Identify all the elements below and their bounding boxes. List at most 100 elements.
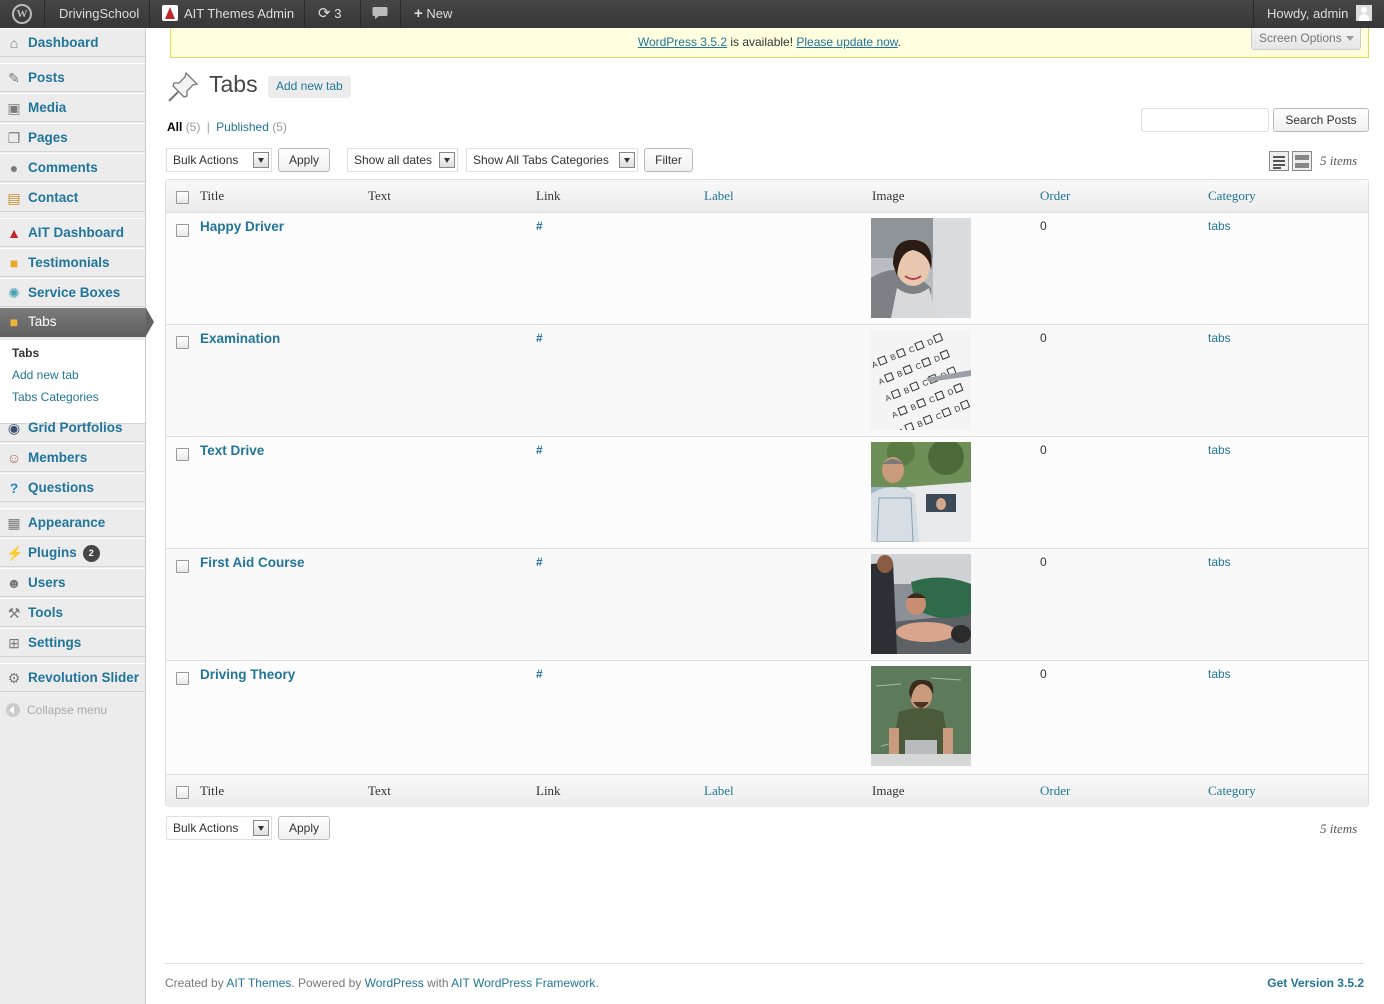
- menu-contact[interactable]: ▤ Contact: [0, 183, 145, 212]
- menu-users[interactable]: ☻ Users: [0, 568, 145, 597]
- row-link[interactable]: #: [536, 331, 543, 345]
- row-title-link[interactable]: Driving Theory: [200, 667, 295, 682]
- ait-themes-link[interactable]: AIT Themes: [226, 976, 291, 990]
- menu-tabs[interactable]: ■ Tabs: [0, 308, 154, 337]
- menu-comments[interactable]: ● Comments: [0, 153, 145, 182]
- media-icon: ▣: [7, 100, 21, 116]
- row-checkbox[interactable]: [176, 672, 189, 685]
- row-title-link[interactable]: Happy Driver: [200, 219, 284, 234]
- column-footer-title[interactable]: Title: [200, 783, 224, 799]
- row-checkbox[interactable]: [176, 336, 189, 349]
- menu-grid-portfolios[interactable]: ◉ Grid Portfolios: [0, 413, 145, 442]
- column-footer-category[interactable]: Category: [1208, 783, 1256, 799]
- column-footer-text: Text: [368, 783, 391, 798]
- screen-options-button[interactable]: Screen Options: [1251, 28, 1361, 50]
- row-title-link[interactable]: Text Drive: [200, 443, 264, 458]
- menu-label: Tabs: [28, 314, 57, 329]
- table-row: Driving Theory # 0 tabs: [166, 661, 1368, 774]
- comment-bubble-icon: [372, 7, 388, 19]
- row-title-link[interactable]: Examination: [200, 331, 280, 346]
- submenu-item-tabs-categories[interactable]: Tabs Categories: [12, 390, 99, 404]
- submenu-item-tabs[interactable]: Tabs: [12, 346, 39, 360]
- column-footer-order[interactable]: Order: [1040, 783, 1070, 799]
- menu-questions[interactable]: ? Questions: [0, 473, 145, 502]
- menu-members[interactable]: ☺ Members: [0, 443, 145, 472]
- footer-with: with: [423, 976, 452, 990]
- select-all-checkbox-bottom[interactable]: [176, 786, 189, 799]
- menu-settings[interactable]: ⊞ Settings: [0, 628, 145, 657]
- menu-service-boxes[interactable]: ✺ Service Boxes: [0, 278, 145, 307]
- apply-button-top[interactable]: Apply: [278, 148, 330, 172]
- search-posts-button[interactable]: Search Posts: [1273, 108, 1369, 132]
- bulk-actions-select-top[interactable]: Bulk Actions: [166, 148, 272, 172]
- menu-media[interactable]: ▣ Media: [0, 93, 145, 122]
- row-checkbox[interactable]: [176, 224, 189, 237]
- row-title-link[interactable]: First Aid Course: [200, 555, 305, 570]
- appearance-icon: ▦: [7, 515, 21, 531]
- column-header-order[interactable]: Order: [1040, 188, 1070, 204]
- new-content-link[interactable]: + New: [414, 0, 452, 28]
- wordpress-link[interactable]: WordPress: [365, 976, 424, 990]
- menu-revolution-slider[interactable]: ⚙ Revolution Slider: [0, 663, 145, 692]
- wordpress-version-link[interactable]: WordPress 3.5.2: [638, 35, 727, 49]
- row-category-link[interactable]: tabs: [1208, 443, 1231, 457]
- column-header-category[interactable]: Category: [1208, 188, 1256, 204]
- column-footer-label[interactable]: Label: [704, 783, 734, 799]
- wordpress-logo-menu[interactable]: W: [0, 0, 44, 28]
- add-new-tab-button[interactable]: Add new tab: [268, 76, 351, 98]
- row-link[interactable]: #: [536, 667, 543, 681]
- menu-dashboard[interactable]: ⌂ Dashboard: [0, 28, 145, 57]
- search-input[interactable]: [1141, 108, 1269, 132]
- table-header: Title Text Link Label Image Order Catego…: [166, 180, 1368, 213]
- menu-label: Members: [28, 450, 88, 465]
- filter-button[interactable]: Filter: [644, 148, 693, 172]
- ait-framework-link[interactable]: AIT WordPress Framework: [451, 976, 595, 990]
- submenu-item-add-new-tab[interactable]: Add new tab: [12, 368, 79, 382]
- menu-ait-dashboard[interactable]: ▲ AIT Dashboard: [0, 218, 145, 247]
- categories-filter-select[interactable]: Show All Tabs Categories: [466, 148, 638, 172]
- row-category-link[interactable]: tabs: [1208, 667, 1231, 681]
- menu-tools[interactable]: ⚒ Tools: [0, 598, 145, 627]
- admin-bar: W DrivingSchool AIT Themes Admin ⟳ 3 + N…: [0, 0, 1384, 28]
- tabs-submenu: Tabs Add new tab Tabs Categories: [0, 340, 145, 424]
- ait-themes-admin-link[interactable]: AIT Themes Admin: [162, 0, 294, 28]
- my-account-menu[interactable]: Howdy, admin: [1267, 0, 1373, 28]
- excerpt-view-icon[interactable]: [1292, 151, 1312, 171]
- updates-link[interactable]: ⟳ 3: [318, 0, 341, 28]
- get-version-link[interactable]: Get Version 3.5.2: [1267, 976, 1364, 990]
- menu-pages[interactable]: ❐ Pages: [0, 123, 145, 152]
- box-icon: ■: [9, 314, 19, 330]
- bulk-actions-select-bottom[interactable]: Bulk Actions: [166, 816, 272, 840]
- row-category-link[interactable]: tabs: [1208, 219, 1231, 233]
- row-checkbox[interactable]: [176, 560, 189, 573]
- view-published-link[interactable]: Published: [216, 120, 269, 134]
- row-category-link[interactable]: tabs: [1208, 555, 1231, 569]
- chevron-down-icon: [439, 152, 455, 168]
- select-all-checkbox[interactable]: [176, 191, 189, 204]
- menu-appearance[interactable]: ▦ Appearance: [0, 508, 145, 537]
- comments-link[interactable]: [372, 0, 388, 28]
- row-link[interactable]: #: [536, 443, 543, 457]
- list-view-icon[interactable]: [1269, 151, 1289, 171]
- update-now-link[interactable]: Please update now: [796, 35, 897, 49]
- site-name-link[interactable]: DrivingSchool: [59, 0, 139, 28]
- column-header-label[interactable]: Label: [704, 188, 734, 204]
- dates-filter-select[interactable]: Show all dates: [347, 148, 458, 172]
- collapse-menu-button[interactable]: Collapse menu: [6, 703, 107, 717]
- row-link[interactable]: #: [536, 219, 543, 233]
- ait-icon: ▲: [7, 225, 21, 241]
- wordpress-icon: W: [12, 4, 32, 24]
- column-header-title[interactable]: Title: [200, 188, 224, 204]
- menu-posts[interactable]: ✎ Posts: [0, 63, 145, 92]
- view-all-link[interactable]: All: [167, 120, 182, 134]
- row-category-link[interactable]: tabs: [1208, 331, 1231, 345]
- pin-icon: ✎: [8, 70, 20, 86]
- row-thumbnail-text-drive: [871, 442, 971, 542]
- row-checkbox[interactable]: [176, 448, 189, 461]
- row-link[interactable]: #: [536, 555, 543, 569]
- new-label: New: [426, 6, 453, 21]
- apply-button-bottom[interactable]: Apply: [278, 816, 330, 840]
- menu-testimonials[interactable]: ■ Testimonials: [0, 248, 145, 277]
- tools-icon: ⚒: [7, 605, 21, 621]
- menu-plugins[interactable]: ⚡ Plugins 2: [0, 538, 145, 567]
